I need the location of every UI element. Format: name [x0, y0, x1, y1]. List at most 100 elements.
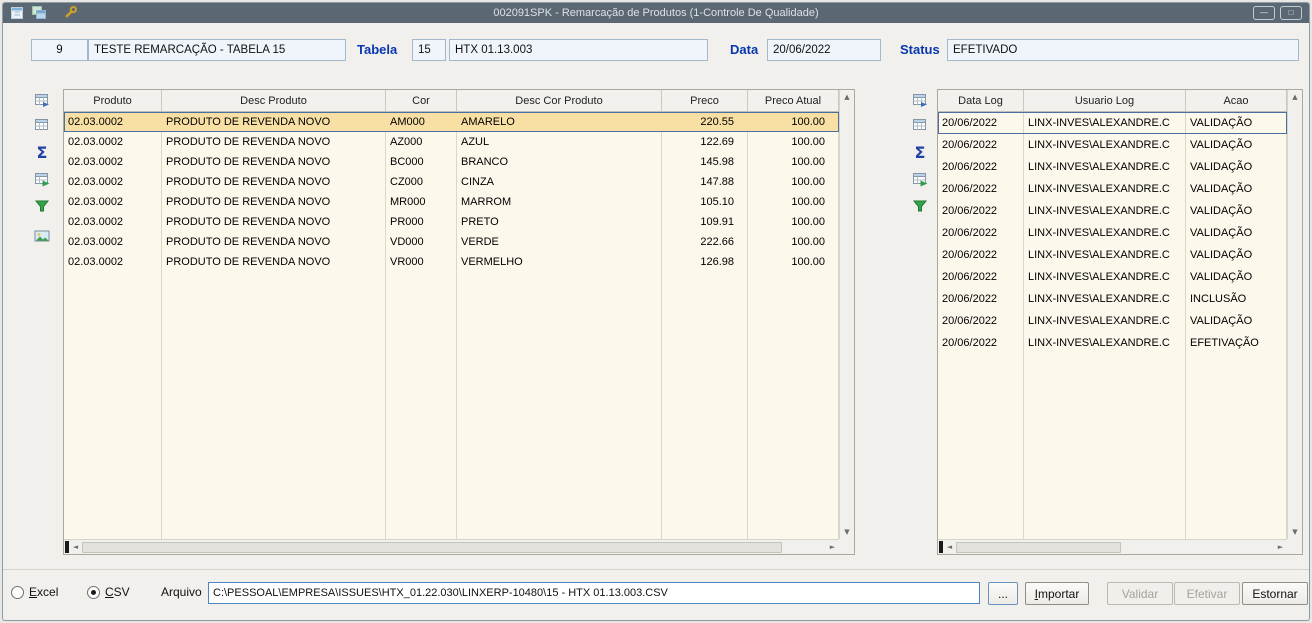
arquivo-input[interactable] — [208, 582, 980, 604]
table-row[interactable]: 02.03.0002 PRODUTO DE REVENDA NOVO CZ000 CI… — [64, 172, 839, 192]
validar-button[interactable]: Validar — [1107, 582, 1173, 605]
cell: VALIDAÇÃO — [1190, 139, 1253, 151]
scroll-down-icon[interactable]: ▼ — [840, 525, 854, 539]
table-row[interactable]: 20/06/2022 LINX-INVES\ALEXANDRE.C VALIDAÇÃ… — [938, 156, 1287, 178]
wrench-icon[interactable] — [62, 5, 78, 21]
column-header[interactable]: Produto — [64, 90, 162, 111]
log-grid-header: Data Log Usuario Log Acao — [938, 90, 1287, 112]
cell: 100.00 — [791, 236, 825, 248]
table-row[interactable]: 20/06/2022 LINX-INVES\ALEXANDRE.C VALIDAÇÃ… — [938, 134, 1287, 156]
filter-icon[interactable] — [909, 195, 931, 217]
grid-icon[interactable] — [31, 114, 53, 136]
windows-icon[interactable] — [31, 5, 47, 21]
column-header[interactable]: Data Log — [938, 90, 1024, 111]
table-row[interactable]: 02.03.0002 PRODUTO DE REVENDA NOVO MR000 MA… — [64, 192, 839, 212]
table-row[interactable]: 02.03.0002 PRODUTO DE REVENDA NOVO VR000 VE… — [64, 252, 839, 272]
browse-button[interactable]: ... — [988, 582, 1018, 605]
column-header[interactable]: Usuario Log — [1024, 90, 1186, 111]
scrollbar-thumb[interactable] — [956, 541, 1121, 553]
export-grid-icon[interactable] — [31, 89, 53, 111]
data-field[interactable]: 20/06/2022 — [767, 39, 881, 61]
cell: PR000 — [390, 216, 424, 228]
cell: LINX-INVES\ALEXANDRE.C — [1028, 205, 1170, 217]
sum-icon[interactable]: Σ — [909, 141, 931, 163]
vertical-scrollbar[interactable]: ▲ ▼ — [839, 90, 854, 539]
table-row[interactable]: 20/06/2022 LINX-INVES\ALEXANDRE.C VALIDAÇÃ… — [938, 178, 1287, 200]
column-header[interactable]: Desc Cor Produto — [457, 90, 662, 111]
column-header[interactable]: Desc Produto — [162, 90, 386, 111]
scroll-right-icon[interactable]: ► — [1274, 541, 1287, 554]
filter-icon[interactable] — [31, 195, 53, 217]
table-row[interactable]: 20/06/2022 LINX-INVES\ALEXANDRE.C VALIDAÇÃ… — [938, 222, 1287, 244]
cell: LINX-INVES\ALEXANDRE.C — [1028, 315, 1170, 327]
vertical-scrollbar[interactable]: ▲ ▼ — [1287, 90, 1302, 539]
cell: PRETO — [461, 216, 499, 228]
cell: 20/06/2022 — [942, 337, 998, 349]
horizontal-scrollbar[interactable]: ◄ ► — [938, 539, 1287, 554]
cell: AZUL — [461, 136, 490, 148]
cell: 20/06/2022 — [942, 139, 998, 151]
grid-refresh-icon[interactable] — [31, 168, 53, 190]
column-header[interactable]: Preco Atual — [748, 90, 839, 111]
status-label: Status — [900, 42, 940, 57]
record-name-field[interactable]: TESTE REMARCAÇÃO - TABELA 15 — [88, 39, 346, 61]
table-row[interactable]: 02.03.0002 PRODUTO DE REVENDA NOVO VD000 VE… — [64, 232, 839, 252]
cell: VALIDAÇÃO — [1190, 249, 1253, 261]
tabela-nome-field[interactable]: HTX 01.13.003 — [449, 39, 708, 61]
scroll-up-icon[interactable]: ▲ — [1288, 90, 1302, 104]
column-header[interactable]: Cor — [386, 90, 457, 111]
cell: INCLUSÃO — [1190, 293, 1247, 305]
table-row[interactable]: 20/06/2022 LINX-INVES\ALEXANDRE.C VALIDAÇÃ… — [938, 310, 1287, 332]
cell: LINX-INVES\ALEXANDRE.C — [1028, 227, 1170, 239]
cell: 100.00 — [791, 156, 825, 168]
log-grid-rows: 20/06/2022 LINX-INVES\ALEXANDRE.C VALIDAÇÃ… — [938, 112, 1287, 539]
scrollbar-corner — [1287, 539, 1302, 554]
status-field[interactable]: EFETIVADO — [947, 39, 1299, 61]
csv-radio-label[interactable]: CSV — [105, 585, 130, 599]
cell: 02.03.0002 — [68, 156, 124, 168]
scroll-left-icon[interactable]: ◄ — [69, 541, 82, 554]
excel-radio[interactable] — [11, 586, 24, 599]
export-grid-icon[interactable] — [909, 89, 931, 111]
scrollbar-thumb[interactable] — [82, 541, 782, 553]
record-id-field[interactable]: 9 — [31, 39, 88, 61]
table-row[interactable]: 20/06/2022 LINX-INVES\ALEXANDRE.C INCLUSÃO — [938, 288, 1287, 310]
cell: PRODUTO DE REVENDA NOVO — [166, 116, 331, 128]
horizontal-scrollbar[interactable]: ◄ ► — [64, 539, 839, 554]
cell: VALIDAÇÃO — [1190, 183, 1253, 195]
sum-icon[interactable]: Σ — [31, 141, 53, 163]
importar-button[interactable]: Importar — [1025, 582, 1089, 605]
form-icon[interactable] — [9, 5, 25, 21]
efetivar-button[interactable]: Efetivar — [1174, 582, 1240, 605]
maximize-button[interactable]: □ — [1280, 6, 1302, 20]
csv-radio[interactable] — [87, 586, 100, 599]
column-header[interactable]: Preco — [662, 90, 748, 111]
tabela-numero-field[interactable]: 15 — [412, 39, 446, 61]
scroll-right-icon[interactable]: ► — [826, 541, 839, 554]
cell: LINX-INVES\ALEXANDRE.C — [1028, 183, 1170, 195]
scroll-down-icon[interactable]: ▼ — [1288, 525, 1302, 539]
table-row[interactable]: 20/06/2022 LINX-INVES\ALEXANDRE.C VALIDAÇÃ… — [938, 266, 1287, 288]
excel-radio-label[interactable]: Excel — [29, 585, 58, 599]
table-row[interactable]: 20/06/2022 LINX-INVES\ALEXANDRE.C VALIDAÇÃ… — [938, 200, 1287, 222]
scroll-up-icon[interactable]: ▲ — [840, 90, 854, 104]
table-row[interactable]: 20/06/2022 LINX-INVES\ALEXANDRE.C EFETIVAÇ… — [938, 332, 1287, 354]
cell: 100.00 — [791, 176, 825, 188]
cell: PRODUTO DE REVENDA NOVO — [166, 176, 331, 188]
scroll-left-icon[interactable]: ◄ — [943, 541, 956, 554]
table-row[interactable]: 20/06/2022 LINX-INVES\ALEXANDRE.C VALIDAÇÃ… — [938, 112, 1287, 134]
table-row[interactable]: 02.03.0002 PRODUTO DE REVENDA NOVO AM000 AM… — [64, 112, 839, 132]
table-row[interactable]: 20/06/2022 LINX-INVES\ALEXANDRE.C VALIDAÇÃ… — [938, 244, 1287, 266]
image-icon[interactable] — [31, 225, 53, 247]
app-window: 002091SPK - Remarcação de Produtos (1-Co… — [2, 2, 1310, 621]
table-row[interactable]: 02.03.0002 PRODUTO DE REVENDA NOVO PR000 PR… — [64, 212, 839, 232]
column-header[interactable]: Acao — [1186, 90, 1287, 111]
table-row[interactable]: 02.03.0002 PRODUTO DE REVENDA NOVO BC000 BR… — [64, 152, 839, 172]
table-row[interactable]: 02.03.0002 PRODUTO DE REVENDA NOVO AZ000 AZ… — [64, 132, 839, 152]
grid-icon[interactable] — [909, 114, 931, 136]
minimize-button[interactable]: — — [1253, 6, 1275, 20]
cell: 20/06/2022 — [942, 315, 998, 327]
estornar-button[interactable]: Estornar — [1242, 582, 1308, 605]
cell: MR000 — [390, 196, 426, 208]
grid-refresh-icon[interactable] — [909, 168, 931, 190]
